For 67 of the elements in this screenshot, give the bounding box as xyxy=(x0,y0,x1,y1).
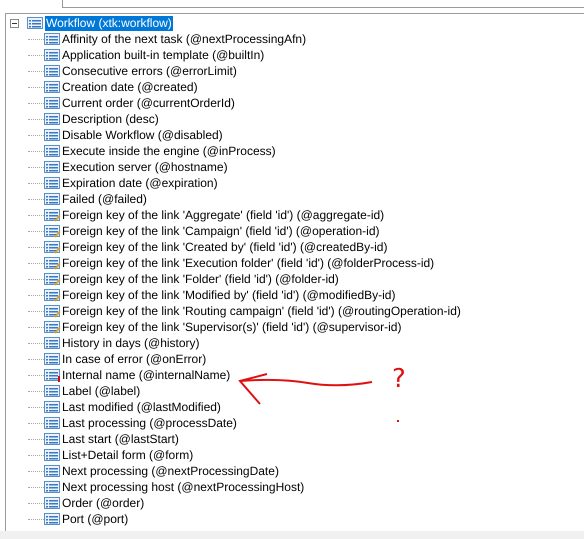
tree-item[interactable]: Workflow (xtk:workflow) xyxy=(45,16,173,30)
list-icon xyxy=(44,496,61,510)
list-icon xyxy=(44,32,61,46)
tree-item[interactable]: Creation date (@created) xyxy=(62,80,198,94)
tree-item[interactable]: Foreign key of the link 'Routing campaign' (field 'id') (@routingOperation-id) xyxy=(62,304,461,318)
tree-item[interactable]: Description (desc) xyxy=(62,112,159,126)
tree-item[interactable]: Expiration date (@expiration) xyxy=(62,176,218,190)
tree-item[interactable]: Last modified (@lastModified) xyxy=(62,400,221,414)
tree-item[interactable]: Port (@port) xyxy=(62,512,128,526)
list-icon xyxy=(44,512,61,526)
list-icon xyxy=(44,432,61,446)
list-icon xyxy=(44,96,61,110)
list-icon xyxy=(44,192,61,206)
tree-item[interactable]: Disable Workflow (@disabled) xyxy=(62,128,223,142)
key-field-icon xyxy=(44,208,61,222)
tree-item[interactable]: List+Detail form (@form) xyxy=(62,448,194,462)
key-field-icon xyxy=(44,304,61,318)
tree-item[interactable]: Label (@label) xyxy=(62,384,140,398)
key-field-icon xyxy=(44,256,61,270)
list-icon xyxy=(44,400,61,414)
tree-item[interactable]: Next processing host (@nextProcessingHost) xyxy=(62,480,304,494)
tree-item[interactable]: Order (@order) xyxy=(62,496,144,510)
tree-item[interactable]: Execution server (@hostname) xyxy=(62,160,228,174)
required-field-icon xyxy=(44,368,61,382)
list-icon xyxy=(44,144,61,158)
tree-item[interactable]: Foreign key of the link 'Aggregate' (field 'id') (@aggregate-id) xyxy=(62,208,384,222)
list-icon xyxy=(44,336,61,350)
tree-item[interactable]: Foreign key of the link 'Supervisor(s)' (field 'id') (@supervisor-id) xyxy=(62,320,402,334)
tree-item[interactable]: Current order (@currentOrderId) xyxy=(62,96,235,110)
tree-item[interactable]: Execute inside the engine (@inProcess) xyxy=(62,144,276,158)
list-icon xyxy=(44,352,61,366)
tree-item[interactable]: Internal name (@internalName) xyxy=(62,368,230,382)
tree-item[interactable]: Foreign key of the link 'Folder' (field 'id') (@folder-id) xyxy=(62,272,339,286)
list-icon xyxy=(44,80,61,94)
tree-item[interactable]: Foreign key of the link 'Created by' (field 'id') (@createdBy-id) xyxy=(62,240,388,254)
list-icon xyxy=(44,48,61,62)
key-field-icon xyxy=(44,272,61,286)
filter-field[interactable] xyxy=(62,0,584,8)
tree-item[interactable]: Foreign key of the link 'Execution folder' (field 'id') (@folderProcess-id) xyxy=(62,256,434,270)
list-icon xyxy=(44,160,61,174)
list-icon xyxy=(44,416,61,430)
tree-item[interactable]: Last processing (@processDate) xyxy=(62,416,237,430)
tree-item[interactable]: Foreign key of the link 'Modified by' (field 'id') (@modifiedBy-id) xyxy=(62,288,396,302)
tree-item[interactable]: History in days (@history) xyxy=(62,336,200,350)
annotation-question-mark: ? xyxy=(392,366,406,392)
list-icon xyxy=(44,464,61,478)
key-field-icon xyxy=(44,288,61,302)
tree-item[interactable]: Last start (@lastStart) xyxy=(62,432,179,446)
tree-item[interactable]: Foreign key of the link 'Campaign' (field 'id') (@operation-id) xyxy=(62,224,380,238)
tree-item[interactable]: In case of error (@onError) xyxy=(62,352,206,366)
tree-item[interactable]: Application built-in template (@builtIn) xyxy=(62,48,264,62)
tree-item[interactable]: Failed (@failed) xyxy=(62,192,147,206)
list-icon xyxy=(44,64,61,78)
tree-item[interactable]: Next processing (@nextProcessingDate) xyxy=(62,464,279,478)
list-icon xyxy=(44,448,61,462)
list-icon xyxy=(44,480,61,494)
tree-item[interactable]: Consecutive errors (@errorLimit) xyxy=(62,64,237,78)
list-icon xyxy=(44,128,61,142)
key-field-icon xyxy=(44,224,61,238)
list-icon xyxy=(44,176,61,190)
key-field-icon xyxy=(44,240,61,254)
tree-item[interactable]: Affinity of the next task (@nextProcessingAfn) xyxy=(62,32,306,46)
list-icon xyxy=(44,112,61,126)
collapse-toggle[interactable] xyxy=(10,18,19,28)
list-icon xyxy=(27,16,44,30)
list-icon xyxy=(44,384,61,398)
key-field-icon xyxy=(44,320,61,334)
